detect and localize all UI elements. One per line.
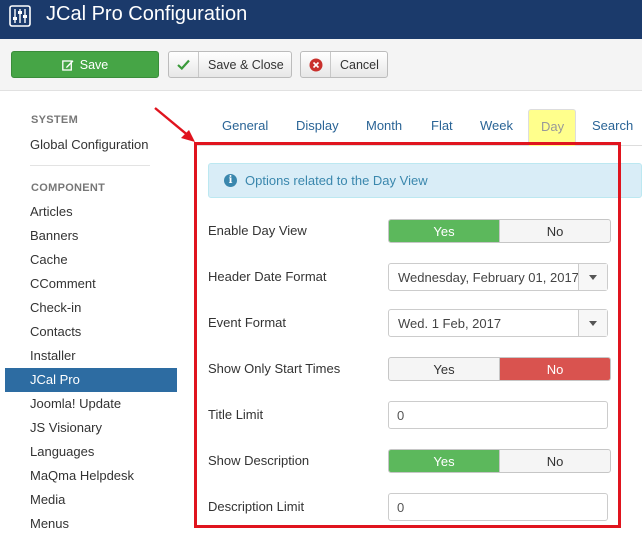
tab-search[interactable]: Search xyxy=(592,118,633,133)
cancel-button[interactable]: Cancel xyxy=(300,51,388,78)
sidebar-item-label: JCal Pro xyxy=(30,372,80,387)
sidebar-item-banners[interactable]: Banners xyxy=(30,228,78,244)
cancel-label: Cancel xyxy=(340,57,379,72)
tab-month[interactable]: Month xyxy=(366,118,402,133)
save-close-button[interactable]: Save & Close xyxy=(168,51,292,78)
page-title: JCal Pro Configuration xyxy=(46,3,248,25)
sidebar-item-cache[interactable]: Cache xyxy=(30,252,68,268)
cancel-icon xyxy=(301,52,331,77)
tab-week[interactable]: Week xyxy=(480,118,513,133)
sidebar-item-articles[interactable]: Articles xyxy=(30,204,73,220)
check-icon xyxy=(169,52,199,77)
sidebar-item-languages[interactable]: Languages xyxy=(30,444,94,460)
sidebar-heading-system: SYSTEM xyxy=(31,114,79,126)
sidebar-item-maqma-helpdesk[interactable]: MaQma Helpdesk xyxy=(30,468,134,484)
save-button[interactable]: Save xyxy=(11,51,159,78)
sidebar-item-media[interactable]: Media xyxy=(30,492,65,508)
sidebar-item-js-visionary[interactable]: JS Visionary xyxy=(30,420,102,436)
sidebar-item-jcal-pro[interactable]: JCal Pro xyxy=(5,368,177,392)
sidebar-item-menus[interactable]: Menus xyxy=(30,516,69,532)
annotation-arrow xyxy=(154,107,195,142)
sidebar-item-contacts[interactable]: Contacts xyxy=(30,324,81,340)
sidebar-item-joomla-update[interactable]: Joomla! Update xyxy=(30,396,121,412)
app-header: JCal Pro Configuration xyxy=(0,0,642,39)
sidebar-item-ccomment[interactable]: CComment xyxy=(30,276,96,292)
sidebar-item-check-in[interactable]: Check-in xyxy=(30,300,81,316)
tab-display[interactable]: Display xyxy=(296,118,339,133)
tab-general[interactable]: General xyxy=(222,118,268,133)
sliders-icon xyxy=(9,5,31,27)
toolbar: Save Save & Close Cancel xyxy=(0,39,642,91)
sidebar-heading-component: COMPONENT xyxy=(31,182,106,194)
edit-icon xyxy=(61,59,74,71)
highlight-frame xyxy=(194,142,621,528)
tab-bar: General Display Month Flat Week Day Sear… xyxy=(195,108,642,146)
sidebar-divider xyxy=(30,165,150,166)
sidebar-item-installer[interactable]: Installer xyxy=(30,348,76,364)
tab-day[interactable]: Day xyxy=(528,109,576,146)
tab-day-label: Day xyxy=(541,119,565,134)
save-close-label: Save & Close xyxy=(208,57,284,72)
save-button-label: Save xyxy=(79,57,109,72)
sidebar-item-global-configuration[interactable]: Global Configuration xyxy=(30,137,149,153)
tab-flat[interactable]: Flat xyxy=(431,118,453,133)
